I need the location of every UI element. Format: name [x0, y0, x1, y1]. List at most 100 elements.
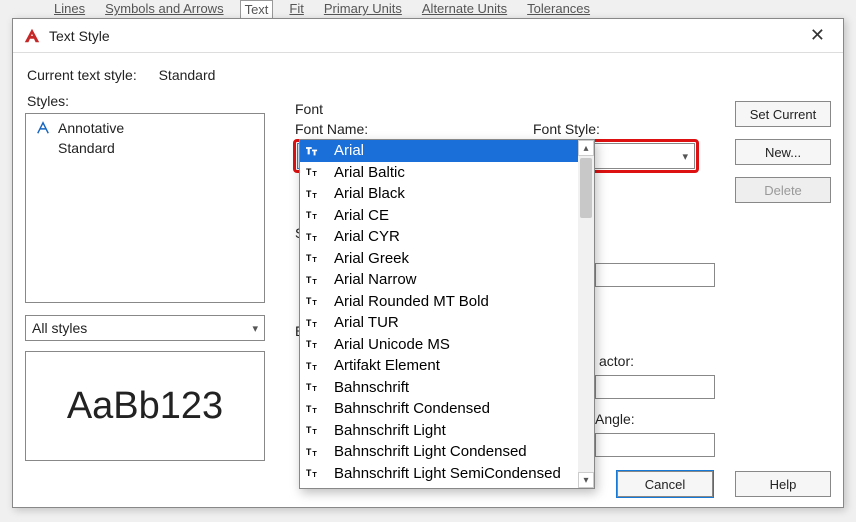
font-option-label: Arial	[334, 142, 364, 159]
truetype-icon: TT	[306, 252, 322, 264]
font-option[interactable]: TTArial CE	[300, 205, 594, 227]
svg-text:T: T	[312, 277, 317, 286]
truetype-icon: TT	[306, 145, 322, 157]
set-current-button[interactable]: Set Current	[735, 101, 831, 127]
font-option-label: Arial Baltic	[334, 164, 405, 181]
font-option[interactable]: TTArial Rounded MT Bold	[300, 291, 594, 313]
truetype-icon: TT	[306, 295, 322, 307]
font-option[interactable]: TT Arial TUR	[300, 312, 594, 334]
truetype-icon: TT	[306, 274, 322, 286]
tab-symbols[interactable]: Symbols and Arrows	[101, 0, 228, 19]
oblique-angle-label-partial: Angle:	[595, 411, 635, 427]
new-button[interactable]: New...	[735, 139, 831, 165]
scroll-up-icon[interactable]: ▴	[578, 140, 594, 156]
svg-text:T: T	[312, 449, 317, 458]
svg-text:T: T	[312, 384, 317, 393]
scroll-thumb[interactable]	[580, 158, 592, 218]
current-style-label: Current text style:	[27, 67, 137, 83]
tab-text[interactable]: Text	[240, 0, 274, 19]
height-input[interactable]	[595, 263, 715, 287]
font-option-label: Bahnschrift	[334, 379, 409, 396]
svg-text:T: T	[312, 234, 317, 243]
side-buttons: Set Current New... Delete	[735, 101, 831, 203]
svg-text:T: T	[306, 425, 312, 435]
svg-text:T: T	[306, 447, 312, 457]
tab-fit[interactable]: Fit	[285, 0, 307, 19]
font-option-label: Arial Greek	[334, 250, 409, 267]
font-option-label: Artifakt Element	[334, 357, 440, 374]
help-button[interactable]: Help	[735, 471, 831, 497]
font-option[interactable]: TTArial Narrow	[300, 269, 594, 291]
truetype-icon: TT	[306, 360, 322, 372]
font-option-label: Bahnschrift Condensed	[334, 400, 490, 417]
svg-text:T: T	[312, 470, 317, 479]
font-option[interactable]: TT Bahnschrift	[300, 377, 594, 399]
svg-text:T: T	[306, 253, 312, 263]
current-style-value: Standard	[159, 67, 216, 83]
scroll-down-icon[interactable]: ▾	[578, 472, 594, 488]
tab-alternate-units[interactable]: Alternate Units	[418, 0, 511, 19]
style-filter-combo[interactable]: All styles ▾	[25, 315, 265, 341]
svg-text:T: T	[306, 275, 312, 285]
truetype-icon: TT	[306, 381, 322, 393]
font-option-label: Arial TUR	[334, 314, 399, 331]
svg-text:T: T	[312, 363, 317, 372]
font-option-label: Bahnschrift Light Condensed	[334, 443, 527, 460]
truetype-icon: TT	[306, 467, 322, 479]
dropdown-scrollbar[interactable]: ▴ ▾	[578, 140, 594, 488]
svg-text:T: T	[306, 318, 312, 328]
dialog-bottom-buttons: Cancel Help	[617, 471, 831, 497]
font-name-dropdown[interactable]: TTArialTTArial BalticTTArial BlackTTAria…	[299, 139, 595, 489]
font-option[interactable]: TTBahnschrift Condensed	[300, 398, 594, 420]
font-option[interactable]: TT Arial Baltic	[300, 162, 594, 184]
width-factor-input[interactable]	[595, 375, 715, 399]
svg-text:T: T	[306, 210, 312, 220]
svg-text:T: T	[312, 341, 317, 350]
font-style-label: Font Style:	[533, 121, 697, 137]
font-option[interactable]: TTBahnschrift SemiBold	[300, 484, 594, 488]
autocad-icon	[23, 27, 41, 45]
font-option-label: Bahnschrift Light	[334, 422, 446, 439]
cancel-button[interactable]: Cancel	[617, 471, 713, 497]
delete-button: Delete	[735, 177, 831, 203]
font-option[interactable]: TT Artifakt Element	[300, 355, 594, 377]
truetype-icon: TT	[306, 231, 322, 243]
chevron-down-icon: ▾	[682, 150, 688, 163]
font-option-label: Arial CE	[334, 207, 389, 224]
truetype-icon: TT	[306, 446, 322, 458]
svg-text:T: T	[312, 320, 317, 329]
tab-tolerances[interactable]: Tolerances	[523, 0, 594, 19]
style-filter-row: All styles ▾	[25, 315, 265, 341]
font-option[interactable]: TTArial CYR	[300, 226, 594, 248]
current-style-row: Current text style: Standard	[27, 67, 831, 83]
style-item-label: Standard	[58, 140, 115, 156]
truetype-icon: TT	[306, 166, 322, 178]
font-option[interactable]: TT Bahnschrift Light	[300, 420, 594, 442]
svg-text:T: T	[312, 191, 317, 200]
styles-listbox[interactable]: Annotative Standard	[25, 113, 265, 303]
svg-text:T: T	[312, 169, 317, 178]
font-option[interactable]: TTArial Unicode MS	[300, 334, 594, 356]
style-item-annotative[interactable]: Annotative	[32, 118, 258, 138]
tab-lines[interactable]: Lines	[50, 0, 89, 19]
truetype-icon: TT	[306, 317, 322, 329]
svg-text:T: T	[312, 427, 317, 436]
style-item-standard[interactable]: Standard	[32, 138, 258, 158]
tab-primary-units[interactable]: Primary Units	[320, 0, 406, 19]
svg-text:T: T	[306, 296, 312, 306]
font-option[interactable]: TT Arial Greek	[300, 248, 594, 270]
style-preview: AaBb123	[25, 351, 265, 461]
style-filter-value: All styles	[32, 320, 87, 336]
svg-text:T: T	[306, 361, 312, 371]
font-option[interactable]: TT Arial	[300, 140, 594, 162]
oblique-angle-input[interactable]	[595, 433, 715, 457]
width-factor-label-partial: actor:	[599, 353, 634, 369]
font-section-label: Font	[295, 101, 715, 117]
font-option[interactable]: TTArial Black	[300, 183, 594, 205]
font-option[interactable]: TTBahnschrift Light SemiCondensed	[300, 463, 594, 485]
svg-text:T: T	[306, 232, 312, 242]
font-option[interactable]: TT Bahnschrift Light Condensed	[300, 441, 594, 463]
close-button[interactable]: ✕	[802, 21, 833, 50]
truetype-icon: TT	[306, 188, 322, 200]
annotative-icon	[36, 121, 50, 135]
